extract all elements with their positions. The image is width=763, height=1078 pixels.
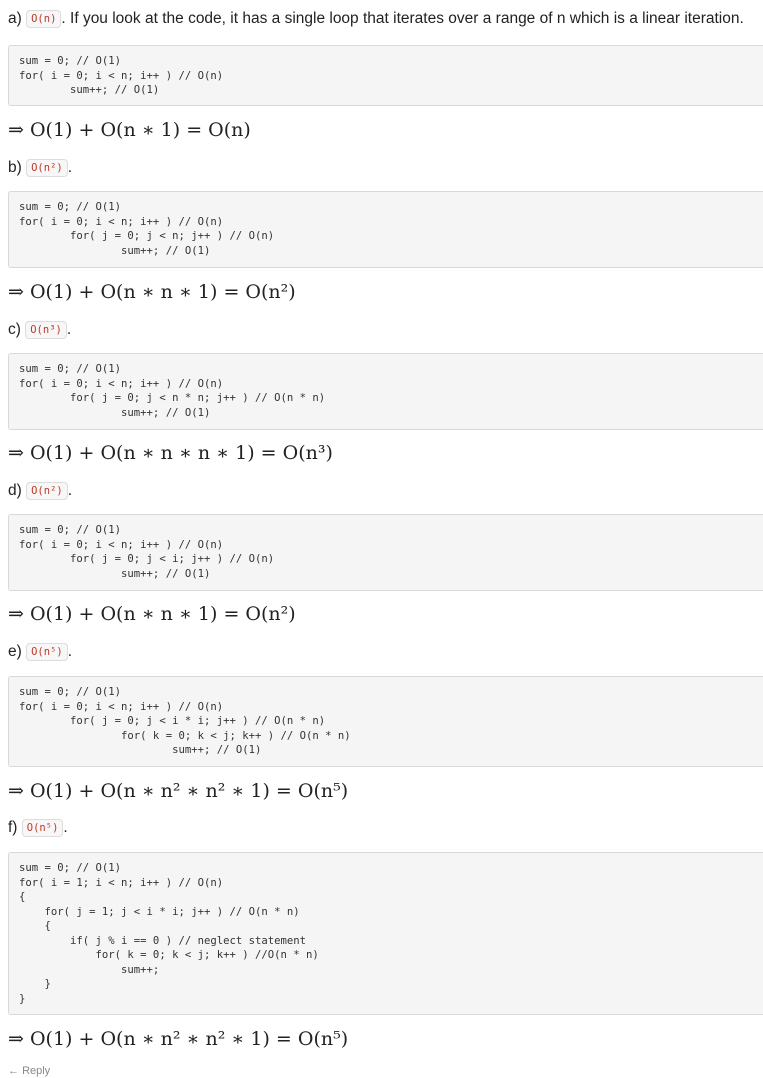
reply-arrow-icon: ← bbox=[8, 1065, 19, 1077]
code-text: sum = 0; // O(1) for( i = 0; i < n; i++ … bbox=[19, 524, 275, 580]
code-block-c: sum = 0; // O(1) for( i = 0; i < n; i++ … bbox=[8, 353, 763, 430]
code-block-b: sum = 0; // O(1) for( i = 0; i < n; i++ … bbox=[8, 191, 763, 268]
section-text: . bbox=[67, 482, 73, 499]
code-text: sum = 0; // O(1) for( i = 0; i < n; i++ … bbox=[19, 201, 275, 257]
complexity-badge: O(n²) bbox=[26, 159, 68, 177]
complexity-equation-c: ⇒ O(1) + O(n ∗ n ∗ n ∗ 1) = O(n³) bbox=[8, 442, 333, 464]
section-letter: f) bbox=[8, 819, 18, 836]
complexity-equation-e: ⇒ O(1) + O(n ∗ n² ∗ n² ∗ 1) = O(n⁵) bbox=[8, 780, 349, 802]
section-b-heading: b) O(n²). bbox=[8, 158, 72, 178]
answer-body: a) O(n). If you look at the code, it has… bbox=[0, 0, 763, 1077]
section-text: . bbox=[67, 643, 73, 660]
complexity-equation-a: ⇒ O(1) + O(n ∗ 1) = O(n) bbox=[8, 119, 251, 141]
code-block-a: sum = 0; // O(1) for( i = 0; i < n; i++ … bbox=[8, 45, 763, 106]
section-letter: e) bbox=[8, 643, 22, 660]
section-letter: b) bbox=[8, 159, 22, 176]
code-text: sum = 0; // O(1) for( i = 0; i < n; i++ … bbox=[19, 55, 224, 96]
code-block-d: sum = 0; // O(1) for( i = 0; i < n; i++ … bbox=[8, 514, 763, 591]
complexity-equation-d: ⇒ O(1) + O(n ∗ n ∗ 1) = O(n²) bbox=[8, 603, 296, 625]
section-text: . bbox=[63, 819, 68, 836]
reply-label: Reply bbox=[22, 1065, 51, 1077]
code-block-f: sum = 0; // O(1) for( i = 1; i < n; i++ … bbox=[8, 852, 763, 1015]
code-text: sum = 0; // O(1) for( i = 0; i < n; i++ … bbox=[19, 363, 326, 419]
complexity-badge: O(n⁵) bbox=[21, 819, 64, 837]
complexity-badge: O(n) bbox=[26, 10, 62, 28]
code-text: sum = 0; // O(1) for( i = 1; i < n; i++ … bbox=[19, 862, 319, 1005]
section-e-heading: e) O(n⁵). bbox=[8, 642, 72, 662]
section-c-heading: c) O(n³). bbox=[8, 320, 71, 340]
section-a-heading: a) O(n). If you look at the code, it has… bbox=[8, 9, 744, 29]
complexity-equation-b: ⇒ O(1) + O(n ∗ n ∗ 1) = O(n²) bbox=[8, 281, 296, 303]
section-letter: c) bbox=[8, 321, 21, 338]
section-f-heading: f) O(n⁵). bbox=[8, 818, 68, 838]
reply-link[interactable]: ← Reply bbox=[8, 1064, 50, 1078]
section-text: . bbox=[66, 321, 72, 338]
complexity-badge: O(n²) bbox=[26, 482, 68, 500]
complexity-badge: O(n³) bbox=[25, 321, 67, 339]
code-block-e: sum = 0; // O(1) for( i = 0; i < n; i++ … bbox=[8, 676, 763, 767]
code-text: sum = 0; // O(1) for( i = 0; i < n; i++ … bbox=[19, 686, 351, 756]
complexity-badge: O(n⁵) bbox=[26, 643, 68, 661]
complexity-equation-f: ⇒ O(1) + O(n ∗ n² ∗ n² ∗ 1) = O(n⁵) bbox=[8, 1028, 349, 1050]
section-d-heading: d) O(n²). bbox=[8, 481, 72, 501]
section-text: . bbox=[67, 159, 73, 176]
section-letter: a) bbox=[8, 10, 22, 27]
section-text: . If you look at the code, it has a sing… bbox=[61, 10, 744, 27]
section-letter: d) bbox=[8, 482, 22, 499]
